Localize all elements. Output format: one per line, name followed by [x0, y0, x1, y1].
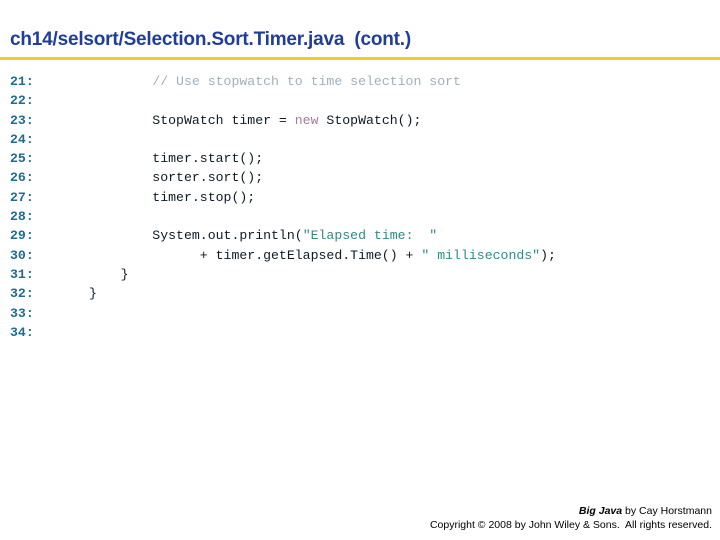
code-token-keyword: new: [294, 112, 319, 128]
code-line: 28:: [0, 207, 720, 226]
code-token-plain: StopWatch();: [318, 112, 422, 128]
code-line-text: }: [89, 267, 129, 282]
code-line-number: 23:: [10, 112, 34, 128]
code-token-comment: // Use stopwatch to time selection sort: [152, 74, 461, 89]
code-line-text: timer.stop();: [89, 190, 255, 205]
code-line: 26: sorter.sort();: [0, 168, 720, 187]
code-line-number: 29:: [10, 228, 34, 244]
code-line-text: timer.start();: [89, 151, 263, 166]
code-line-text: sorter.sort();: [89, 170, 263, 185]
code-line-text: }: [89, 286, 97, 301]
code-line-text: // Use stopwatch to time selection sort: [89, 74, 461, 89]
code-line-number: 30:: [10, 247, 34, 263]
code-line: 21: // Use stopwatch to time selection s…: [0, 72, 720, 91]
code-line: 31: }: [0, 265, 720, 284]
code-token-plain: }: [89, 266, 129, 282]
title-divider-rule: [0, 57, 720, 60]
code-line-number: 32:: [10, 286, 34, 302]
code-token-plain: timer.start();: [89, 151, 264, 167]
code-line: 27: timer.stop();: [0, 188, 720, 207]
code-listing: 21: // Use stopwatch to time selection s…: [0, 72, 720, 342]
code-token-string: "Elapsed time: ": [302, 228, 438, 244]
code-token-plain: }: [89, 286, 97, 302]
code-line-number: 24:: [10, 131, 34, 147]
code-token-string: " milliseconds": [421, 247, 541, 263]
code-line: 25: timer.start();: [0, 149, 720, 168]
code-line-number: 31:: [10, 266, 34, 282]
code-line: 22:: [0, 91, 720, 110]
code-line-text: + timer.getElapsed.Time() + " millisecon…: [89, 248, 556, 263]
code-line: 24:: [0, 130, 720, 149]
code-line-number: 33:: [10, 305, 34, 321]
code-line: 33:: [0, 304, 720, 323]
code-line: 30: + timer.getElapsed.Time() + " millis…: [0, 246, 720, 265]
code-line-number: 26:: [10, 170, 34, 186]
footer-attribution: Big Java by Cay Horstmann: [430, 504, 712, 518]
code-token-plain: );: [540, 247, 556, 263]
code-token-plain: System.out.println(: [89, 228, 303, 244]
code-line-number: 21:: [10, 74, 34, 89]
footer: Big Java by Cay Horstmann Copyright © 20…: [430, 504, 712, 532]
code-token-plain: StopWatch timer =: [89, 112, 295, 128]
code-line-number: 22:: [10, 93, 34, 109]
code-token-plain: timer.stop();: [89, 189, 256, 205]
code-line-number: 27:: [10, 189, 34, 205]
code-line-text: System.out.println("Elapsed time: ": [89, 228, 437, 243]
code-token-plain: + timer.getElapsed.Time() +: [89, 247, 422, 263]
code-line-number: 34:: [10, 324, 34, 340]
code-line-text: StopWatch timer = new StopWatch();: [89, 113, 421, 128]
code-line: 29: System.out.println("Elapsed time: ": [0, 226, 720, 245]
code-line: 34:: [0, 323, 720, 342]
code-token-plain: sorter.sort();: [89, 170, 264, 186]
footer-copyright: Copyright © 2008 by John Wiley & Sons. A…: [429, 519, 712, 531]
footer-byline: by Cay Horstmann: [622, 505, 712, 517]
page-title: ch14/selsort/Selection.Sort.Timer.java (…: [10, 29, 412, 50]
code-line: 23: StopWatch timer = new StopWatch();: [0, 111, 720, 130]
code-line-number: 28:: [10, 209, 34, 225]
code-line-number: 25:: [10, 151, 34, 167]
footer-book-title: Big Java: [578, 505, 623, 517]
code-line: 32:}: [0, 284, 720, 303]
